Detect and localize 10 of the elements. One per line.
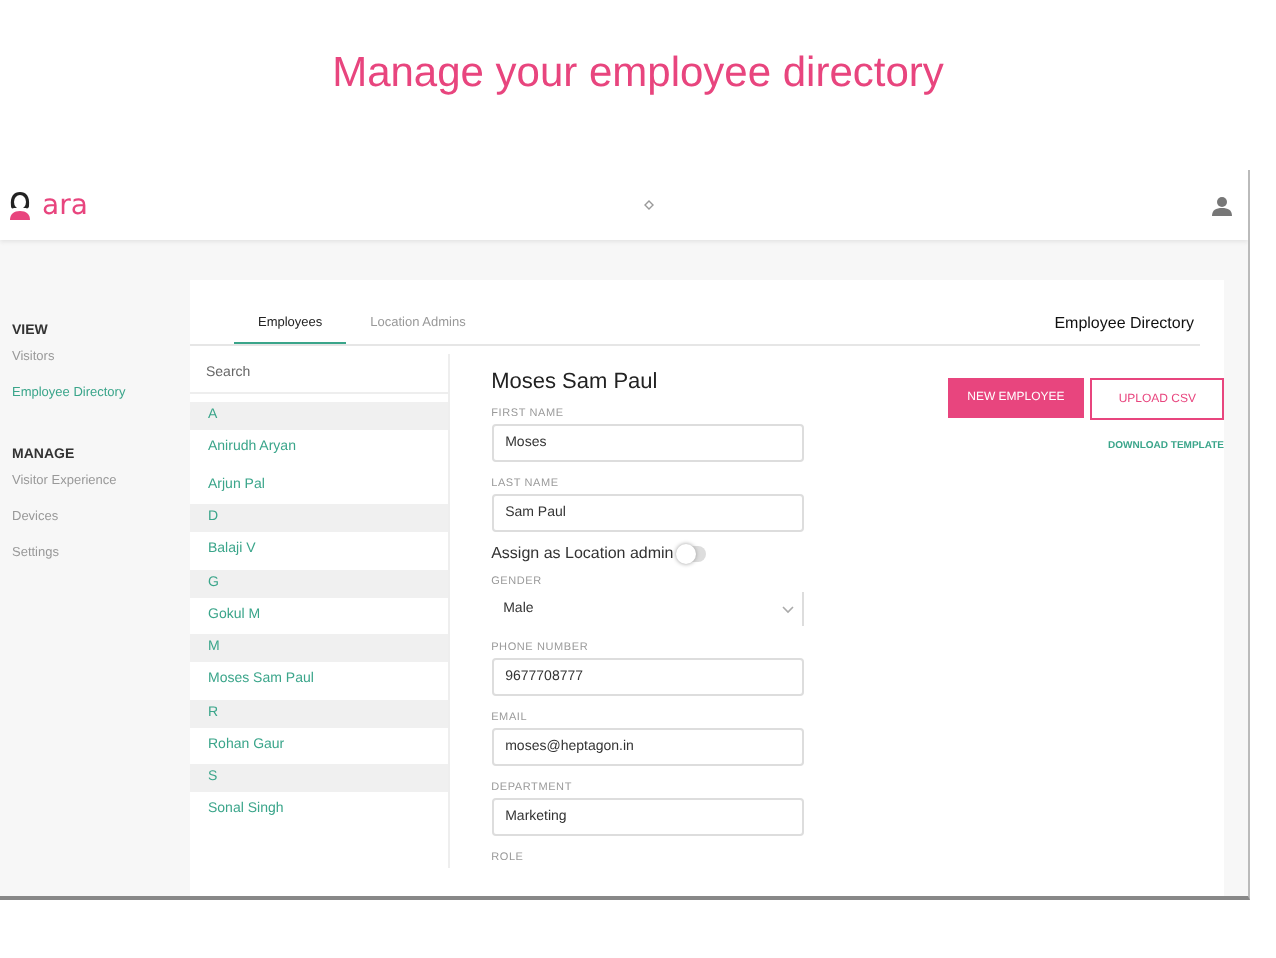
slide-title: Manage your employee directory: [330, 48, 946, 100]
chevron-down-icon: [781, 605, 794, 613]
user-icon[interactable]: [1211, 195, 1232, 215]
page-title: Employee Directory: [1054, 314, 1194, 336]
toggle-switch[interactable]: [677, 545, 706, 561]
toggle-label: Assign as Location admin: [491, 544, 674, 562]
app-logo: ara: [42, 189, 88, 221]
woman-avatar-icon: [8, 190, 32, 220]
diamond-icon: [644, 200, 655, 210]
employee-name: Moses Sam Paul: [491, 370, 660, 394]
